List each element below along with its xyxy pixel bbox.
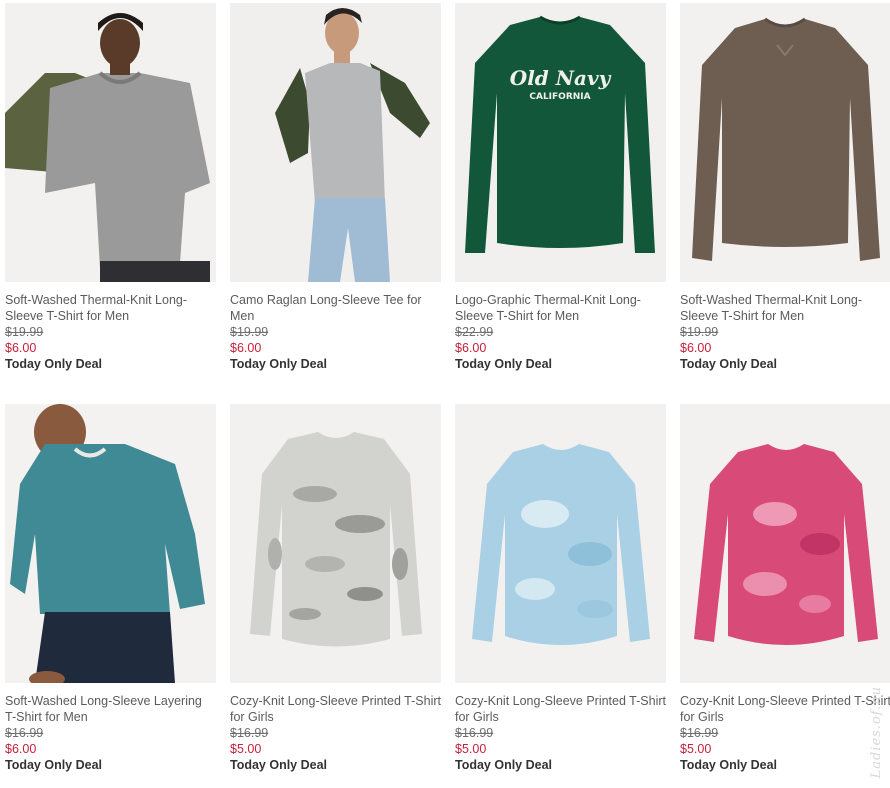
sale-price: $5.00 [455,742,487,756]
deal-badge: Today Only Deal [230,357,328,371]
product-title[interactable]: Cozy-Knit Long-Sleeve Printed T-Shirt fo… [455,693,666,725]
graphic-text: Old Navy [510,66,612,90]
product-image[interactable] [230,404,441,683]
product-title[interactable]: Cozy-Knit Long-Sleeve Printed T-Shirt fo… [680,693,890,725]
product-image[interactable] [455,404,666,683]
product-card[interactable]: Soft-Washed Thermal-Knit Long-Sleeve T-S… [680,3,890,383]
product-title[interactable]: Soft-Washed Long-Sleeve Layering T-Shirt… [5,693,216,725]
original-price: $19.99 [230,325,269,339]
product-title[interactable]: Soft-Washed Thermal-Knit Long-Sleeve T-S… [680,292,890,324]
deal-badge: Today Only Deal [5,758,103,772]
product-card[interactable]: Soft-Washed Thermal-Knit Long-Sleeve T-S… [5,3,216,383]
original-price: $16.99 [455,726,494,740]
product-card[interactable]: Soft-Washed Long-Sleeve Layering T-Shirt… [5,404,216,784]
product-card[interactable]: Cozy-Knit Long-Sleeve Printed T-Shirt fo… [680,404,890,784]
product-image[interactable]: Old Navy CALIFORNIA [455,3,666,282]
product-card[interactable]: Old Navy CALIFORNIA Logo-Graphic Thermal… [455,3,666,383]
deal-badge: Today Only Deal [5,357,103,371]
deal-badge: Today Only Deal [455,357,553,371]
product-image[interactable] [230,3,441,282]
original-price: $16.99 [5,726,44,740]
deal-badge: Today Only Deal [230,758,328,772]
product-grid: Soft-Washed Thermal-Knit Long-Sleeve T-S… [0,0,890,788]
product-card[interactable]: Cozy-Knit Long-Sleeve Printed T-Shirt fo… [455,404,666,784]
deal-badge: Today Only Deal [455,758,553,772]
product-title[interactable]: Soft-Washed Thermal-Knit Long-Sleeve T-S… [5,292,216,324]
product-title[interactable]: Logo-Graphic Thermal-Knit Long-Sleeve T-… [455,292,666,324]
original-price: $22.99 [455,325,494,339]
deal-badge: Today Only Deal [680,357,778,371]
sale-price: $6.00 [680,341,712,355]
sale-price: $5.00 [680,742,712,756]
product-title[interactable]: Cozy-Knit Long-Sleeve Printed T-Shirt fo… [230,693,441,725]
product-card[interactable]: Cozy-Knit Long-Sleeve Printed T-Shirt fo… [230,404,441,784]
product-image[interactable] [5,3,216,282]
product-image[interactable] [680,3,890,282]
sale-price: $6.00 [230,341,262,355]
product-card[interactable]: Camo Raglan Long-Sleeve Tee for Men $19.… [230,3,441,383]
original-price: $16.99 [680,726,719,740]
sale-price: $6.00 [455,341,487,355]
product-image[interactable] [5,404,216,683]
original-price: $19.99 [5,325,44,339]
original-price: $16.99 [230,726,269,740]
sale-price: $6.00 [5,742,37,756]
original-price: $19.99 [680,325,719,339]
graphic-subtext: CALIFORNIA [529,92,590,102]
sale-price: $6.00 [5,341,37,355]
watermark: Ladies.of.nu [869,685,884,778]
sale-price: $5.00 [230,742,262,756]
product-image[interactable] [680,404,890,683]
deal-badge: Today Only Deal [680,758,778,772]
product-title[interactable]: Camo Raglan Long-Sleeve Tee for Men [230,292,441,324]
